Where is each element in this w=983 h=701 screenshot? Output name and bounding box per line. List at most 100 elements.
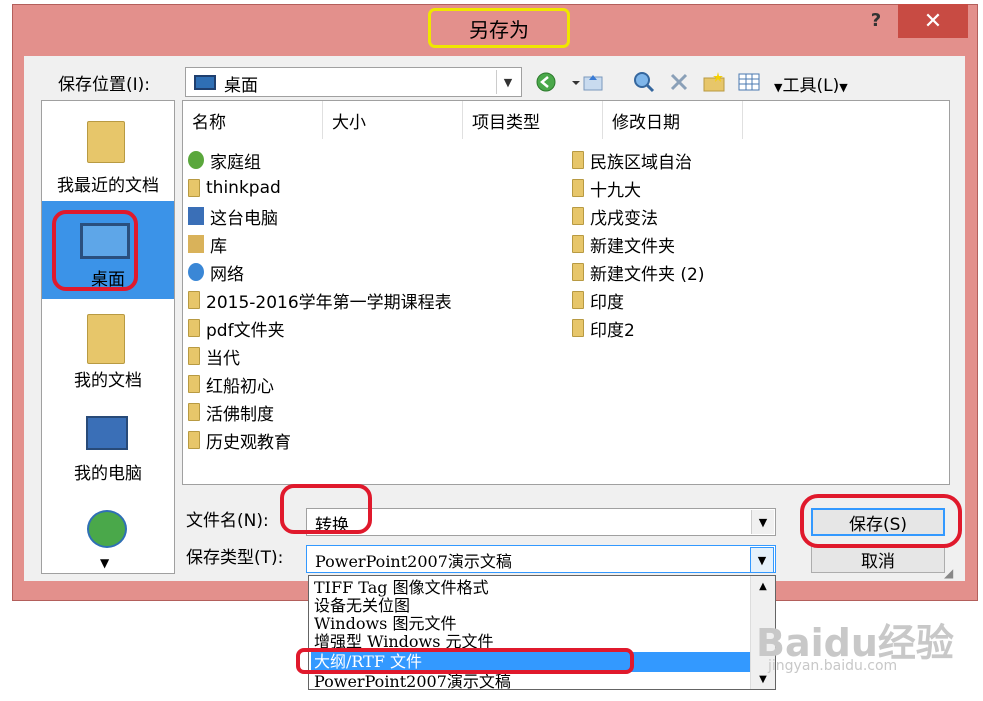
list-item[interactable]: 2015-2016学年第一学期课程表 bbox=[188, 287, 452, 313]
cancel-button[interactable]: 取消 bbox=[811, 545, 945, 573]
places-item-network[interactable]: ▼ bbox=[42, 506, 174, 572]
search-web-icon[interactable] bbox=[630, 69, 658, 95]
list-item[interactable]: 新建文件夹 bbox=[572, 231, 675, 257]
list-item-label: 当代 bbox=[206, 348, 240, 369]
tools-menu-label: 工具(L) bbox=[782, 76, 840, 96]
list-item[interactable]: 当代 bbox=[188, 343, 240, 369]
recent-documents-icon bbox=[87, 121, 125, 163]
folder-icon bbox=[188, 319, 200, 337]
list-item[interactable]: 民族区域自治 bbox=[572, 147, 692, 173]
list-item-label: 历史观教育 bbox=[206, 432, 291, 453]
column-header-name[interactable]: 名称 bbox=[183, 101, 323, 139]
filetype-label: 保存类型(T): bbox=[186, 548, 284, 568]
chevron-down-icon[interactable]: ▼ bbox=[496, 70, 519, 94]
filename-input[interactable]: 转换 ▼ bbox=[306, 508, 776, 536]
back-icon[interactable] bbox=[532, 69, 560, 95]
list-item[interactable]: 库 bbox=[188, 231, 227, 257]
list-item[interactable]: 新建文件夹 (2) bbox=[572, 259, 704, 285]
computer-icon bbox=[86, 416, 128, 450]
list-item-label: thinkpad bbox=[206, 178, 281, 198]
list-item[interactable]: 印度 bbox=[572, 287, 624, 313]
places-item-recent[interactable]: 我最近的文档 bbox=[42, 109, 174, 199]
scroll-up-icon[interactable]: ▲ bbox=[751, 576, 775, 596]
list-item[interactable]: 这台电脑 bbox=[188, 203, 278, 229]
list-item[interactable]: 戊戌变法 bbox=[572, 203, 658, 229]
list-item-label: 2015-2016学年第一学期课程表 bbox=[206, 292, 452, 313]
folder-icon bbox=[572, 291, 584, 309]
filename-label: 文件名(N): bbox=[186, 511, 269, 531]
list-item-label: 红船初心 bbox=[206, 376, 274, 397]
save-in-label: 保存位置(I): bbox=[58, 75, 151, 95]
filetype-value: PowerPoint2007演示文稿 bbox=[315, 552, 512, 571]
list-item-label: pdf文件夹 bbox=[206, 320, 285, 341]
list-item-label: 活佛制度 bbox=[206, 404, 274, 425]
list-item-label: 新建文件夹 bbox=[590, 236, 675, 257]
resize-grip-icon[interactable]: ◢ bbox=[944, 566, 958, 580]
folder-icon bbox=[188, 403, 200, 421]
list-item[interactable]: 活佛制度 bbox=[188, 399, 274, 425]
tools-menu[interactable]: ▼工具(L)▼ bbox=[774, 71, 848, 96]
list-item[interactable]: 印度2 bbox=[572, 315, 635, 341]
help-button[interactable]: ? bbox=[864, 6, 888, 34]
list-item-label: 十九大 bbox=[590, 180, 641, 201]
chevron-down-icon[interactable]: ▼ bbox=[751, 510, 774, 534]
chevron-down-icon: ▼ bbox=[839, 81, 848, 94]
folder-icon bbox=[572, 235, 584, 253]
my-documents-icon bbox=[87, 314, 125, 364]
list-item-label: 家庭组 bbox=[210, 152, 261, 173]
close-button[interactable]: ✕ bbox=[898, 4, 968, 38]
annotation-desktop bbox=[52, 210, 138, 291]
save-in-value: 桌面 bbox=[224, 76, 258, 96]
places-bar: 我最近的文档 桌面 我的文档 我的电脑 ▼ bbox=[41, 100, 175, 574]
annotation-rtf-option bbox=[296, 648, 634, 674]
save-in-combo[interactable]: 桌面 ▼ bbox=[185, 67, 522, 97]
list-item[interactable]: 家庭组 bbox=[188, 147, 261, 173]
globe-icon bbox=[87, 510, 127, 548]
column-header-modified[interactable]: 修改日期 bbox=[603, 101, 743, 139]
homegroup-icon bbox=[188, 151, 204, 169]
list-item-label: 网络 bbox=[210, 264, 244, 285]
folder-icon bbox=[188, 375, 200, 393]
places-item-my-documents[interactable]: 我的文档 bbox=[42, 306, 174, 396]
list-item-label: 新建文件夹 (2) bbox=[590, 264, 705, 285]
list-item[interactable]: thinkpad bbox=[188, 175, 281, 201]
annotation-filename bbox=[280, 484, 372, 534]
list-item[interactable]: 红船初心 bbox=[188, 371, 274, 397]
dialog-title: 另存为 bbox=[428, 8, 570, 48]
list-item[interactable]: pdf文件夹 bbox=[188, 315, 285, 341]
folder-icon bbox=[572, 263, 584, 281]
places-item-label: 我最近的文档 bbox=[57, 176, 159, 196]
annotation-save bbox=[800, 494, 962, 548]
dropdown-option[interactable]: PowerPoint2007演示文稿 bbox=[311, 672, 750, 689]
list-item-label: 库 bbox=[210, 236, 227, 257]
folder-icon bbox=[188, 431, 200, 449]
folder-icon bbox=[188, 291, 200, 309]
watermark-url: jingyan.baidu.com bbox=[768, 658, 898, 674]
delete-icon[interactable] bbox=[665, 69, 693, 95]
folder-icon bbox=[188, 347, 200, 365]
column-header-type[interactable]: 项目类型 bbox=[463, 101, 603, 139]
folder-icon bbox=[572, 319, 584, 337]
library-icon bbox=[188, 235, 204, 253]
scroll-down-icon[interactable]: ▼ bbox=[100, 556, 109, 570]
desktop-icon bbox=[194, 75, 216, 90]
list-item-label: 民族区域自治 bbox=[590, 152, 692, 173]
up-folder-icon[interactable] bbox=[568, 69, 608, 95]
folder-icon bbox=[572, 151, 584, 169]
chevron-down-icon[interactable]: ▼ bbox=[750, 547, 774, 573]
user-folder-icon bbox=[188, 179, 200, 197]
dropdown-option[interactable]: Windows 图元文件 bbox=[311, 614, 750, 634]
views-icon[interactable] bbox=[735, 69, 763, 95]
new-folder-icon[interactable] bbox=[700, 69, 728, 95]
computer-icon bbox=[188, 207, 204, 225]
filetype-select[interactable]: PowerPoint2007演示文稿 ▼ bbox=[306, 545, 776, 573]
column-header-size[interactable]: 大小 bbox=[323, 101, 463, 139]
list-item[interactable]: 十九大 bbox=[572, 175, 641, 201]
list-item[interactable]: 历史观教育 bbox=[188, 427, 291, 453]
list-item[interactable]: 网络 bbox=[188, 259, 244, 285]
list-item-label: 戊戌变法 bbox=[590, 208, 658, 229]
dropdown-option[interactable]: TIFF Tag 图像文件格式 bbox=[311, 578, 750, 598]
places-item-my-computer[interactable]: 我的电脑 bbox=[42, 404, 174, 494]
places-item-label: 我的电脑 bbox=[74, 464, 142, 484]
dropdown-option[interactable]: 设备无关位图 bbox=[311, 596, 750, 616]
